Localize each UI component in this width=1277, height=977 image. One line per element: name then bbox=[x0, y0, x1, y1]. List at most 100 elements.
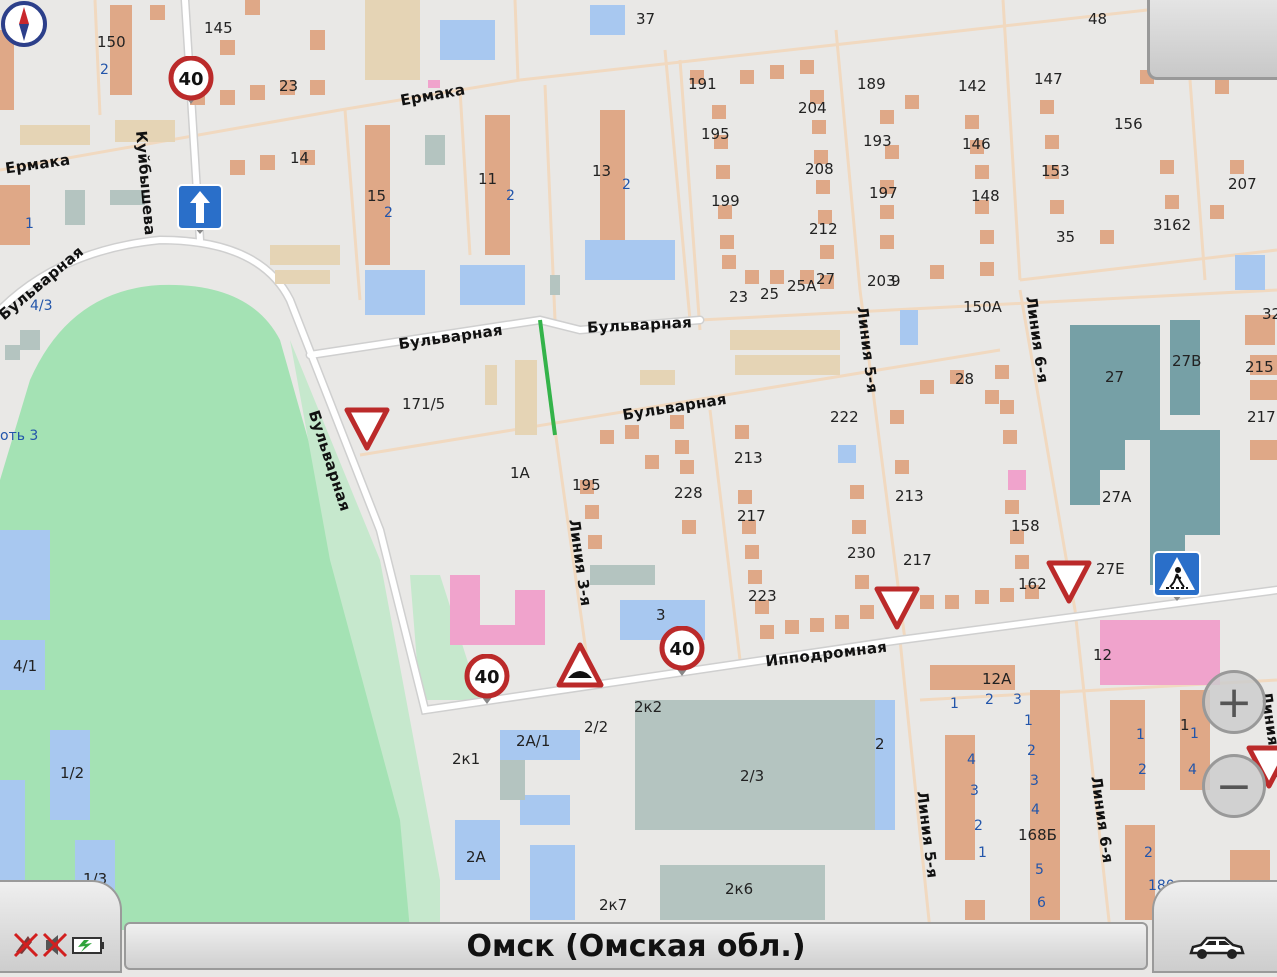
map-svg[interactable] bbox=[0, 0, 1277, 973]
house-number: 158 bbox=[1011, 517, 1040, 535]
house-number: 3162 bbox=[1153, 216, 1192, 234]
speed-limit-value: 40 bbox=[669, 639, 694, 660]
house-number: 25 bbox=[760, 285, 780, 303]
house-number: 11 bbox=[478, 170, 498, 188]
house-number: 223 bbox=[748, 587, 777, 605]
house-number: 15 bbox=[367, 187, 387, 205]
house-number: 1А bbox=[510, 464, 530, 482]
house-number: 2А bbox=[466, 848, 486, 866]
house-number: 13 bbox=[592, 162, 612, 180]
house-number: 1 bbox=[1024, 713, 1033, 729]
house-number: 2к6 bbox=[725, 880, 754, 898]
speed-limit-sign-icon[interactable]: 40 bbox=[168, 56, 214, 106]
gps-off-icon bbox=[13, 932, 39, 958]
house-number: 1 bbox=[25, 216, 34, 232]
map-canvas[interactable] bbox=[0, 0, 1277, 973]
house-number: 162 bbox=[1018, 575, 1047, 593]
house-number: 171/5 bbox=[402, 395, 446, 413]
house-number: 23 bbox=[729, 288, 749, 306]
house-number: 48 bbox=[1088, 10, 1108, 28]
house-number: 208 bbox=[805, 160, 834, 178]
house-number: 150 bbox=[97, 33, 126, 51]
house-number: 2 bbox=[384, 205, 393, 221]
house-number: 217 bbox=[903, 551, 932, 569]
house-number: 2к1 bbox=[452, 750, 481, 768]
house-number: 145 bbox=[204, 19, 233, 37]
house-number: 4/3 bbox=[30, 298, 53, 314]
house-number: 12А bbox=[982, 670, 1012, 688]
house-number: 2 bbox=[100, 62, 109, 78]
speed-limit-sign-icon[interactable]: 40 bbox=[464, 654, 510, 706]
house-number: 230 bbox=[847, 544, 876, 562]
vehicle-mode-button[interactable] bbox=[1152, 880, 1277, 973]
house-number: 193 bbox=[863, 132, 892, 150]
one-way-sign-icon[interactable] bbox=[176, 183, 224, 235]
house-number: 2 bbox=[985, 692, 994, 708]
house-number: 217 bbox=[737, 507, 766, 525]
current-city-label: Омск (Омская обл.) bbox=[466, 928, 806, 964]
house-number: 3 bbox=[970, 783, 979, 799]
battery-charging-icon bbox=[72, 937, 104, 954]
yield-sign-icon[interactable] bbox=[344, 406, 390, 452]
house-number: 1 bbox=[1136, 727, 1145, 743]
status-panel[interactable] bbox=[0, 880, 122, 973]
house-number: 195 bbox=[701, 125, 730, 143]
house-number: 1 bbox=[978, 845, 987, 861]
yield-sign-icon[interactable] bbox=[874, 585, 920, 631]
house-number: 212 bbox=[809, 220, 838, 238]
zoom-out-button[interactable]: − bbox=[1202, 754, 1266, 818]
house-number: 3 bbox=[656, 606, 666, 624]
house-number: 142 bbox=[958, 77, 987, 95]
house-number: 2 bbox=[1027, 743, 1036, 759]
house-number: 199 bbox=[711, 192, 740, 210]
house-number: 28 bbox=[955, 370, 975, 388]
place-label: оть 3 bbox=[0, 428, 39, 444]
house-number: 2 bbox=[1144, 845, 1153, 861]
house-number: 189 bbox=[857, 75, 886, 93]
house-number: 1 bbox=[1180, 716, 1190, 734]
house-number: 147 bbox=[1034, 70, 1063, 88]
speed-bump-sign-icon[interactable] bbox=[556, 642, 604, 690]
house-number: 4 bbox=[1188, 762, 1197, 778]
house-number: 2/3 bbox=[740, 767, 765, 785]
house-number: 27А bbox=[1102, 488, 1132, 506]
car-icon bbox=[1188, 936, 1245, 959]
house-number: 217 bbox=[1247, 408, 1276, 426]
house-number: 2/2 bbox=[584, 718, 609, 736]
speed-limit-sign-icon[interactable]: 40 bbox=[659, 626, 705, 678]
house-number: 4 bbox=[967, 752, 976, 768]
house-number: 2 bbox=[875, 735, 885, 753]
minus-icon: − bbox=[1215, 760, 1253, 812]
house-number: 204 bbox=[798, 99, 827, 117]
current-city-bar[interactable]: Омск (Омская обл.) bbox=[124, 922, 1148, 970]
house-number: 222 bbox=[830, 408, 859, 426]
speed-limit-value: 40 bbox=[178, 69, 203, 90]
house-number: 1 bbox=[950, 696, 959, 712]
yield-sign-icon[interactable] bbox=[1046, 559, 1092, 605]
zoom-in-button[interactable]: + bbox=[1202, 670, 1266, 734]
house-number: 197 bbox=[869, 184, 898, 202]
house-number: 27 bbox=[1105, 368, 1125, 386]
house-number: 195 bbox=[572, 476, 601, 494]
house-number: 156 bbox=[1114, 115, 1143, 133]
house-number: 2 bbox=[1138, 762, 1147, 778]
house-number: 228 bbox=[674, 484, 703, 502]
house-number: 213 bbox=[734, 449, 763, 467]
house-number: 150А bbox=[963, 298, 1002, 316]
house-number: 153 bbox=[1041, 162, 1070, 180]
house-number: 4/1 bbox=[13, 657, 38, 675]
pedestrian-crossing-sign-icon[interactable] bbox=[1152, 550, 1202, 602]
house-number: 4 bbox=[1031, 802, 1040, 818]
house-number: 3 bbox=[1013, 692, 1022, 708]
house-number: 27 bbox=[816, 270, 836, 288]
house-number: 207 bbox=[1228, 175, 1257, 193]
house-number: 12 bbox=[1093, 646, 1113, 664]
speed-limit-value: 40 bbox=[474, 667, 499, 688]
top-right-panel[interactable] bbox=[1147, 0, 1277, 80]
house-number: 6 bbox=[1037, 895, 1046, 911]
house-number: 37 bbox=[636, 10, 656, 28]
compass-icon[interactable] bbox=[0, 0, 48, 48]
house-number: 35 bbox=[1056, 228, 1076, 246]
house-number: 25А bbox=[787, 277, 817, 295]
house-number: 3 bbox=[1030, 773, 1039, 789]
